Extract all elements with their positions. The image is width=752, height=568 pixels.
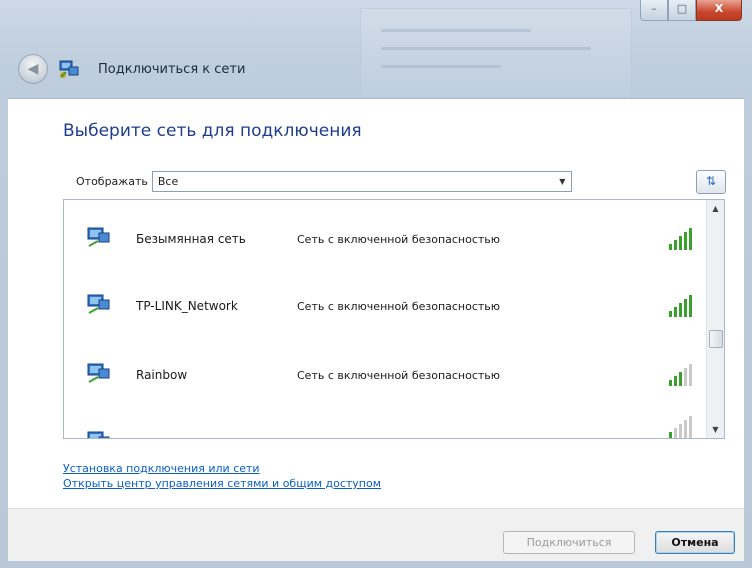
network-item[interactable]: TP-LINK_Network Сеть с включенной безопа… (64, 275, 706, 335)
filter-label: Отображать (76, 175, 148, 188)
network-icon (59, 60, 79, 78)
title-bar: ◀ Подключиться к сети (18, 54, 245, 84)
signal-strength-icon (669, 364, 692, 386)
signal-bar (674, 376, 677, 386)
network-name: Безымянная сеть (136, 232, 246, 246)
signal-bar (689, 228, 692, 250)
signal-bar (684, 232, 687, 250)
signal-bar (679, 303, 682, 317)
network-security: Сеть с включенной безопасностью (297, 300, 501, 313)
network-center-link[interactable]: Открыть центр управления сетями и общим … (63, 476, 381, 491)
signal-bar (679, 424, 682, 438)
network-item[interactable]: Безымянная сеть Сеть с включенной безопа… (64, 208, 706, 268)
signal-bar (669, 432, 672, 438)
dialog-footer: Подключиться Отмена (8, 508, 744, 561)
setup-connection-link[interactable]: Установка подключения или сети (63, 461, 381, 476)
scrollbar-thumb[interactable] (709, 330, 723, 348)
chevron-down-icon: ▼ (559, 177, 566, 186)
signal-bar (689, 416, 692, 438)
network-name: TP-LINK_Network (136, 299, 238, 313)
scroll-up-icon[interactable]: ▲ (707, 200, 724, 217)
links-area: Установка подключения или сети Открыть ц… (63, 461, 381, 491)
window-frame: – □ X ◀ Подключиться к сети Выберите сет… (0, 0, 752, 568)
signal-bar (684, 420, 687, 438)
network-name: Rainbow (136, 368, 188, 382)
signal-bar (679, 236, 682, 250)
signal-bar (689, 364, 692, 386)
signal-bar (674, 428, 677, 438)
signal-bar (669, 244, 672, 250)
minimize-button[interactable]: – (640, 0, 668, 21)
signal-bar (689, 295, 692, 317)
wireless-network-icon (87, 363, 110, 383)
filter-selected-value: Все (157, 175, 179, 188)
page-heading: Выберите сеть для подключения (63, 121, 362, 141)
scroll-down-icon[interactable]: ▼ (707, 421, 724, 438)
filter-select[interactable]: Все ▼ (151, 171, 572, 192)
cancel-button[interactable]: Отмена (655, 531, 735, 554)
window-controls: – □ X (640, 0, 742, 22)
background-window (360, 8, 632, 100)
maximize-button[interactable]: □ (668, 0, 696, 21)
network-item[interactable]: Rainbow Сеть с включенной безопасностью (64, 344, 706, 404)
wireless-network-icon (87, 431, 110, 438)
dialog-content: Выберите сеть для подключения Отображать… (8, 98, 744, 509)
network-item[interactable] (64, 412, 706, 438)
signal-strength-icon (669, 416, 692, 438)
wireless-network-icon (87, 227, 110, 247)
network-security: Сеть с включенной безопасностью (297, 233, 501, 246)
window-title: Подключиться к сети (98, 61, 246, 77)
signal-strength-icon (669, 295, 692, 317)
wireless-network-icon (87, 294, 110, 314)
signal-bar (674, 240, 677, 250)
back-arrow-icon: ◀ (27, 61, 39, 77)
refresh-icon: ⇅ (705, 174, 717, 188)
signal-bar (679, 372, 682, 386)
network-items: Безымянная сеть Сеть с включенной безопа… (64, 200, 706, 438)
signal-bar (684, 299, 687, 317)
signal-bar (674, 307, 677, 317)
signal-bar (684, 368, 687, 386)
signal-bar (669, 311, 672, 317)
close-button[interactable]: X (696, 0, 742, 21)
connect-button[interactable]: Подключиться (503, 531, 635, 554)
back-button[interactable]: ◀ (18, 54, 48, 84)
refresh-button[interactable]: ⇅ (696, 170, 726, 194)
filter-row: Отображать Все ▼ (76, 171, 572, 192)
network-security: Сеть с включенной безопасностью (297, 369, 501, 382)
network-list[interactable]: Безымянная сеть Сеть с включенной безопа… (63, 199, 725, 439)
network-list-scrollbar[interactable]: ▲ ▼ (706, 200, 724, 438)
signal-strength-icon (669, 228, 692, 250)
signal-bar (669, 380, 672, 386)
